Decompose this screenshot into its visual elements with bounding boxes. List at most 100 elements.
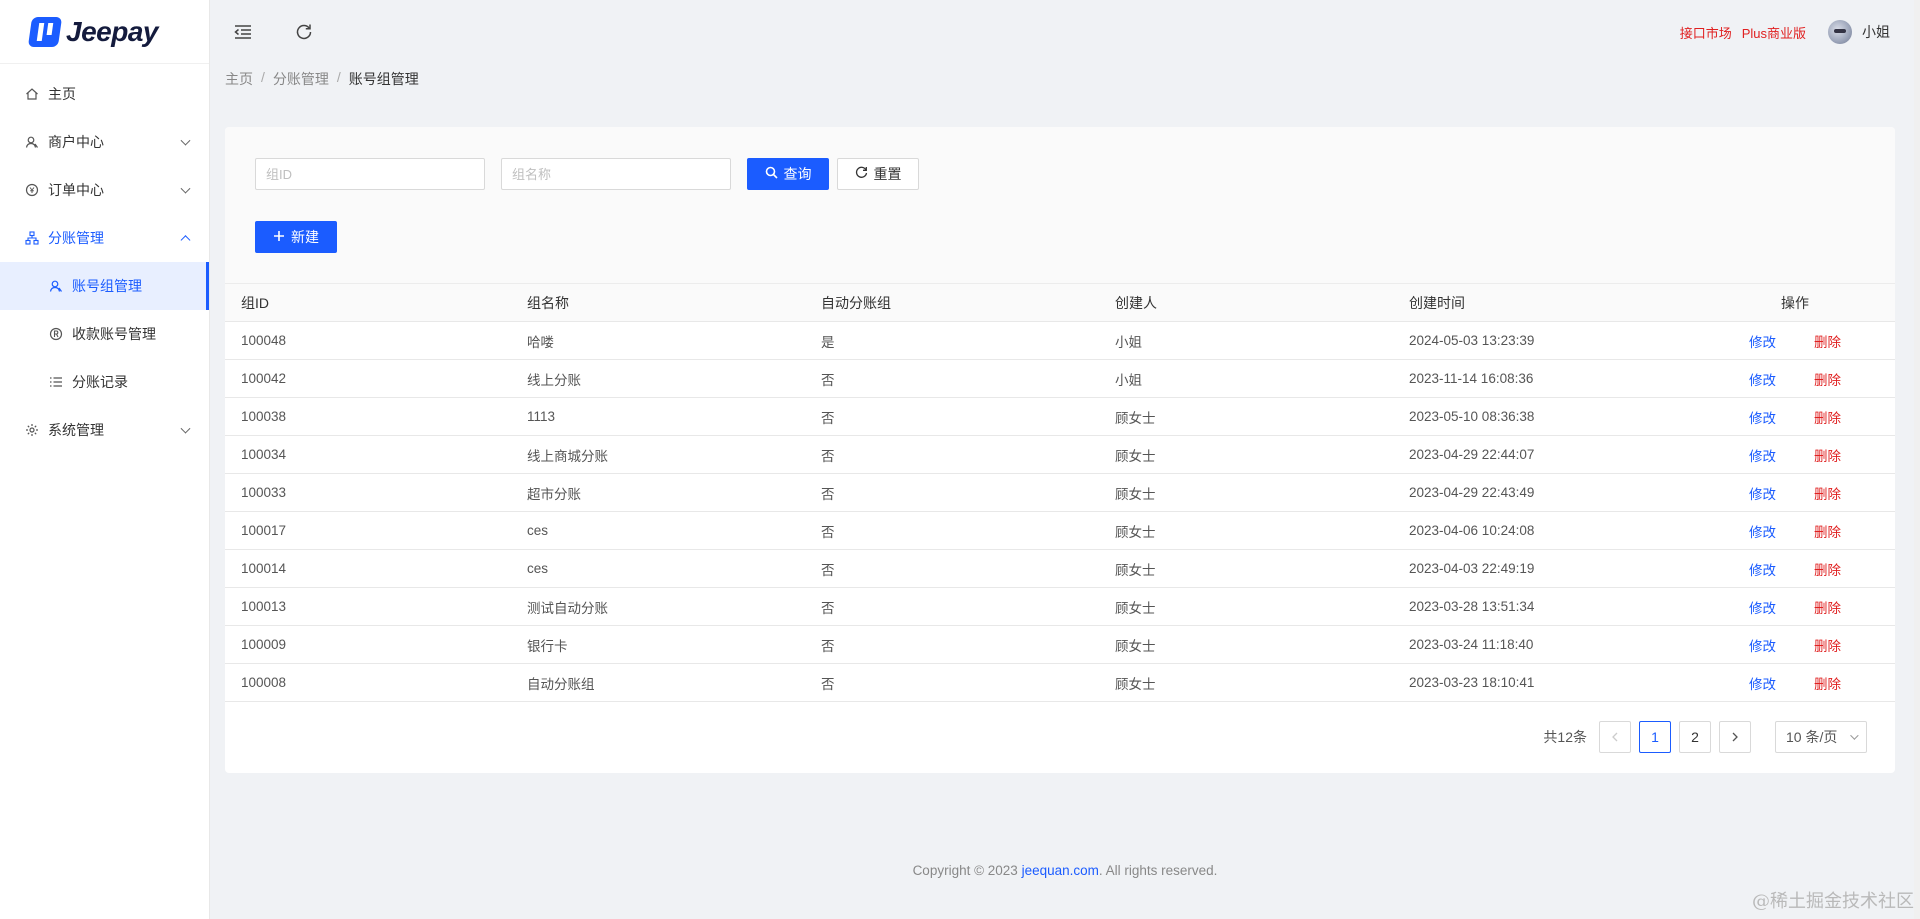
pagination: 共12条 1 2 10 条/页	[1543, 721, 1867, 753]
delete-link[interactable]: 删除	[1814, 639, 1841, 654]
edit-link[interactable]: 修改	[1749, 373, 1776, 388]
cell-actions: 修改 删除	[1695, 663, 1895, 702]
edit-link[interactable]: 修改	[1749, 639, 1776, 654]
scrollbar[interactable]	[1914, 0, 1920, 919]
plus-edition-link[interactable]: Plus商业版	[1742, 23, 1806, 42]
cell-creator: 顾女士	[1099, 549, 1393, 588]
cell-created-at: 2023-03-28 13:51:34	[1393, 587, 1695, 626]
delete-link[interactable]: 删除	[1814, 601, 1841, 616]
cell-group-name: 线上分账	[511, 359, 805, 398]
search-button[interactable]: 查询	[747, 158, 829, 190]
table-row: 100013 测试自动分账否顾女士 2023-03-28 13:51:34 修改 删除	[225, 587, 1895, 626]
sidebar-item-label: 分账管理	[48, 230, 104, 246]
delete-link[interactable]: 删除	[1814, 449, 1841, 464]
delete-link[interactable]: 删除	[1814, 563, 1841, 578]
footer-link[interactable]: jeequan.com	[1022, 863, 1099, 878]
breadcrumb-separator: /	[336, 69, 341, 85]
page-button-2[interactable]: 2	[1679, 721, 1711, 753]
delete-link[interactable]: 删除	[1814, 525, 1841, 540]
cell-created-at: 2023-11-14 16:08:36	[1393, 359, 1695, 398]
search-icon	[765, 166, 778, 182]
cell-creator: 顾女士	[1099, 625, 1393, 664]
sidebar-item-home[interactable]: 主页	[0, 70, 209, 118]
cell-actions: 修改 删除	[1695, 549, 1895, 588]
chevron-down-icon	[180, 423, 191, 434]
next-page-button[interactable]	[1719, 721, 1751, 753]
chevron-down-icon	[180, 183, 191, 194]
group-id-input[interactable]	[255, 158, 485, 190]
prev-page-button[interactable]	[1599, 721, 1631, 753]
delete-link[interactable]: 删除	[1814, 373, 1841, 388]
column-header-actions: 操作	[1695, 283, 1895, 322]
top-header: 接口市场 Plus商业版 小姐	[210, 0, 1920, 64]
edit-link[interactable]: 修改	[1749, 449, 1776, 464]
edit-link[interactable]: 修改	[1749, 677, 1776, 692]
sidebar-item-split-account[interactable]: 分账管理	[0, 214, 209, 262]
sidebar-subitem-label: 分账记录	[72, 374, 128, 390]
main-card: 查询 重置 新建 组ID 组名称 自动分账组 创建人 创建时间 操	[225, 127, 1895, 773]
cell-group-name: 超市分账	[511, 473, 805, 512]
cell-created-at: 2023-04-06 10:24:08	[1393, 511, 1695, 550]
cell-group-id: 100008	[225, 663, 511, 702]
sidebar-item-system[interactable]: 系统管理	[0, 406, 209, 454]
edit-link[interactable]: 修改	[1749, 563, 1776, 578]
column-header-created-at: 创建时间	[1393, 283, 1695, 322]
cell-creator: 顾女士	[1099, 587, 1393, 626]
cell-auto-split: 否	[805, 663, 1099, 702]
page-size-select[interactable]: 10 条/页	[1775, 721, 1867, 753]
cell-actions: 修改 删除	[1695, 511, 1895, 550]
column-header-group-id: 组ID	[225, 283, 511, 322]
breadcrumb-home[interactable]: 主页	[225, 69, 253, 89]
edit-link[interactable]: 修改	[1749, 601, 1776, 616]
cell-creator: 顾女士	[1099, 511, 1393, 550]
sidebar-subitem-account-group[interactable]: 账号组管理	[0, 262, 209, 310]
cell-auto-split: 否	[805, 625, 1099, 664]
footer-copyright: Copyright © 2023	[912, 863, 1022, 878]
cluster-icon	[24, 230, 40, 246]
refresh-icon[interactable]	[292, 20, 316, 44]
breadcrumb: 主页 / 分账管理 / 账号组管理	[225, 69, 419, 89]
cell-group-id: 100048	[225, 321, 511, 360]
cell-group-id: 100009	[225, 625, 511, 664]
edit-link[interactable]: 修改	[1749, 487, 1776, 502]
cell-actions: 修改 删除	[1695, 359, 1895, 398]
delete-link[interactable]: 删除	[1814, 411, 1841, 426]
sidebar-subitem-label: 账号组管理	[72, 278, 142, 294]
plus-icon	[273, 229, 285, 245]
edit-link[interactable]: 修改	[1749, 525, 1776, 540]
cell-group-id: 100013	[225, 587, 511, 626]
search-area: 查询 重置 新建	[225, 127, 1895, 283]
page-button-1[interactable]: 1	[1639, 721, 1671, 753]
cell-group-name: 哈喽	[511, 321, 805, 360]
cell-auto-split: 否	[805, 435, 1099, 474]
group-name-input[interactable]	[501, 158, 731, 190]
total-count: 共12条	[1543, 729, 1587, 745]
cell-group-id: 100034	[225, 435, 511, 474]
cell-creator: 顾女士	[1099, 663, 1393, 702]
cell-auto-split: 是	[805, 321, 1099, 360]
sidebar-subitem-split-records[interactable]: 分账记录	[0, 358, 209, 406]
edit-link[interactable]: 修改	[1749, 411, 1776, 426]
user-icon	[24, 134, 40, 150]
delete-link[interactable]: 删除	[1814, 487, 1841, 502]
add-group-button[interactable]: 新建	[255, 221, 337, 253]
cell-creator: 小姐	[1099, 359, 1393, 398]
reset-button[interactable]: 重置	[837, 158, 919, 190]
avatar[interactable]	[1828, 20, 1852, 44]
sidebar-item-merchant[interactable]: 商户中心	[0, 118, 209, 166]
edit-link[interactable]: 修改	[1749, 335, 1776, 350]
delete-link[interactable]: 删除	[1814, 677, 1841, 692]
menu-fold-icon[interactable]	[231, 20, 255, 44]
sidebar-subitem-receiver-account[interactable]: 收款账号管理	[0, 310, 209, 358]
delete-link[interactable]: 删除	[1814, 335, 1841, 350]
cell-auto-split: 否	[805, 397, 1099, 436]
api-market-link[interactable]: 接口市场	[1680, 23, 1732, 42]
cell-group-name: 1113	[511, 397, 805, 436]
app-logo[interactable]: Jeepay	[0, 0, 209, 64]
username[interactable]: 小姐	[1862, 22, 1890, 42]
sidebar-item-orders[interactable]: 订单中心	[0, 166, 209, 214]
breadcrumb-split-account[interactable]: 分账管理	[273, 69, 329, 89]
cell-auto-split: 否	[805, 587, 1099, 626]
cell-created-at: 2023-03-24 11:18:40	[1393, 625, 1695, 664]
cell-actions: 修改 删除	[1695, 397, 1895, 436]
